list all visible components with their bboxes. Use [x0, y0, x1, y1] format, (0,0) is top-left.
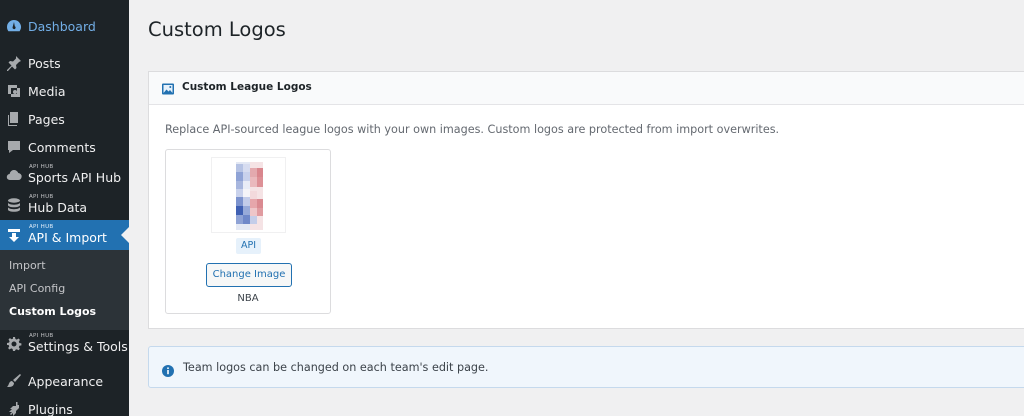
comment-icon: [6, 139, 22, 155]
admin-sidebar: Dashboard Posts Media Pages Comments API…: [0, 0, 129, 416]
dashboard-icon: [6, 18, 22, 34]
sidebar-item-sports-api-hub[interactable]: API HUB Sports API Hub: [0, 161, 129, 189]
league-logo-tile: API Change Image NBA: [165, 149, 331, 314]
pages-icon: [6, 111, 22, 127]
league-name: NBA: [237, 293, 259, 304]
admin-app: Dashboard Posts Media Pages Comments API…: [0, 0, 1024, 416]
sidebar-item-comments[interactable]: Comments: [0, 133, 129, 161]
sidebar-item-media[interactable]: Media: [0, 77, 129, 105]
info-icon: [162, 362, 174, 377]
sidebar-item-plugins[interactable]: Plugins: [0, 395, 129, 416]
paintbrush-icon: [6, 373, 22, 389]
submenu-item-import[interactable]: Import: [9, 259, 46, 272]
card-title: Custom League Logos: [182, 81, 312, 93]
import-icon: [6, 227, 22, 243]
sidebar-item-pages[interactable]: Pages: [0, 105, 129, 133]
pin-icon: [6, 55, 22, 71]
plugin-icon: [6, 401, 22, 416]
league-logo-image: [211, 157, 286, 233]
change-image-button[interactable]: Change Image: [206, 263, 292, 287]
sidebar-item-posts[interactable]: Posts: [0, 49, 129, 77]
sidebar-item-label: API & Import: [28, 230, 107, 245]
sidebar-submenu: Import API Config Custom Logos: [0, 250, 129, 330]
submenu-item-custom-logos[interactable]: Custom Logos: [9, 305, 96, 318]
database-icon: [6, 197, 22, 213]
sidebar-item-label: Plugins: [28, 402, 73, 416]
sidebar-item-api-import[interactable]: API HUB API & Import: [0, 220, 129, 250]
sidebar-item-label: Dashboard: [28, 19, 96, 34]
sidebar-item-hub-data[interactable]: API HUB Hub Data: [0, 191, 129, 219]
sidebar-item-label: Settings & Tools: [28, 339, 128, 354]
sidebar-item-label: Posts: [28, 56, 61, 71]
sidebar-item-settings-tools[interactable]: API HUB Settings & Tools: [0, 330, 129, 358]
custom-league-logos-card: Custom League Logos Replace API-sourced …: [148, 71, 1024, 329]
info-notice: Team logos can be changed on each team's…: [148, 346, 1024, 388]
card-header: Custom League Logos: [149, 72, 1024, 105]
media-icon: [6, 83, 22, 99]
cloud-icon: [6, 167, 22, 183]
sidebar-item-label: Hub Data: [28, 200, 88, 215]
sidebar-item-appearance[interactable]: Appearance: [0, 367, 129, 395]
submenu-item-api-config[interactable]: API Config: [9, 282, 65, 295]
card-description: Replace API-sourced league logos with yo…: [165, 123, 780, 136]
sidebar-item-label: Comments: [28, 140, 96, 155]
notice-text: Team logos can be changed on each team's…: [183, 361, 489, 374]
source-badge: API: [236, 238, 262, 254]
sidebar-item-label: Media: [28, 84, 66, 99]
image-icon: [161, 81, 175, 95]
active-indicator: [121, 227, 129, 243]
sidebar-item-label: Pages: [28, 112, 65, 127]
sidebar-item-dashboard[interactable]: Dashboard: [0, 12, 129, 40]
sidebar-item-label: Sports API Hub: [28, 170, 122, 185]
sidebar-item-label: Appearance: [28, 374, 104, 389]
gear-icon: [6, 336, 22, 352]
page-title: Custom Logos: [148, 18, 286, 41]
